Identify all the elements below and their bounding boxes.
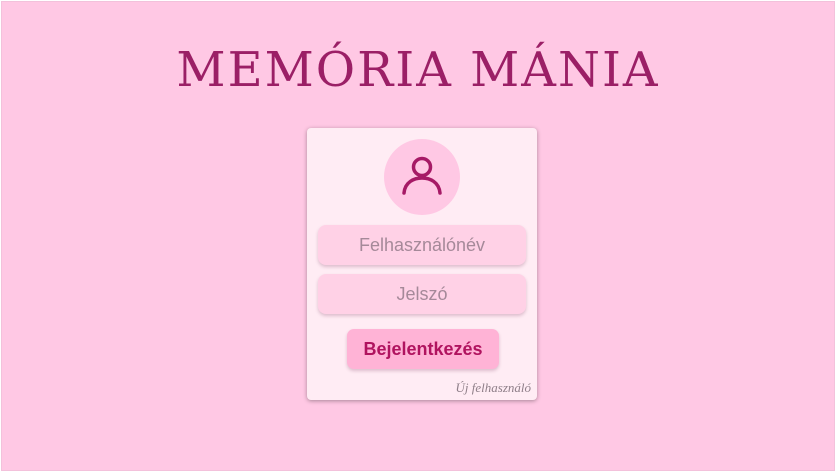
- page-title: MEMÓRIA MÁNIA: [176, 42, 660, 98]
- new-user-link[interactable]: Új felhasználó: [456, 380, 531, 396]
- username-input[interactable]: [318, 225, 526, 265]
- user-icon: [384, 139, 460, 215]
- login-card: Bejelentkezés Új felhasználó: [307, 128, 537, 400]
- login-button[interactable]: Bejelentkezés: [347, 329, 499, 369]
- app-background: MEMÓRIA MÁNIA Bejelentkezés Új felhaszná…: [1, 1, 835, 471]
- password-input[interactable]: [318, 274, 526, 314]
